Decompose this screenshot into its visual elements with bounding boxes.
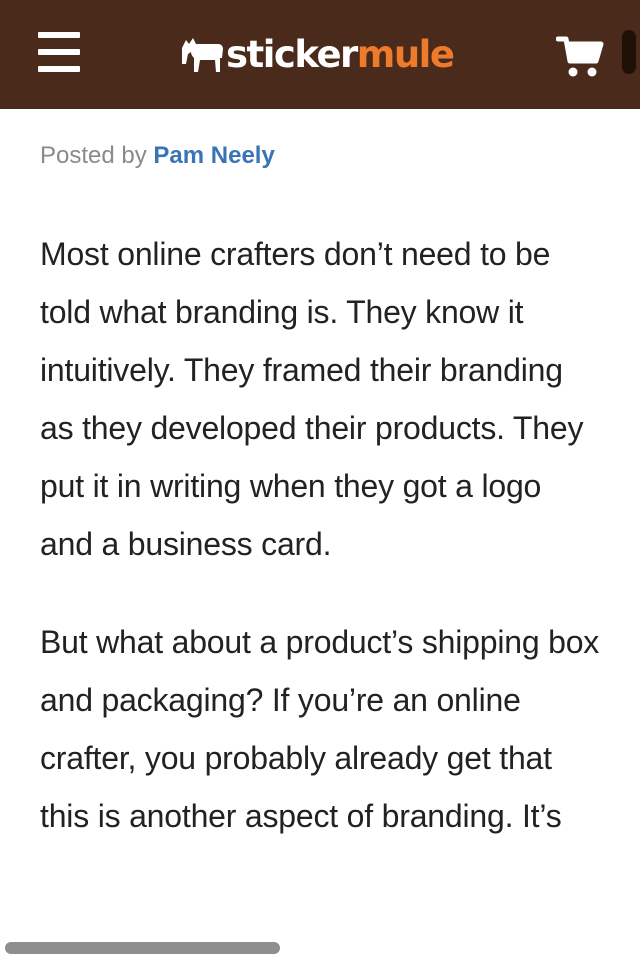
logo-text-mule: mule xyxy=(356,32,455,76)
stickermule-logo[interactable]: sticker mule xyxy=(180,30,455,78)
mule-icon xyxy=(182,38,223,72)
byline-prefix: Posted by xyxy=(40,142,147,169)
top-navigation-bar: sticker mule xyxy=(0,0,640,109)
byline: Posted by Pam Neely xyxy=(40,139,600,173)
article-paragraph: But what about a product’s shipping box … xyxy=(40,624,600,834)
article-paragraph: Most online crafters don’t need to be to… xyxy=(40,236,584,562)
article-body: Posted by Pam Neely Most online crafters… xyxy=(40,110,600,845)
logo-text-sticker: sticker xyxy=(226,32,358,76)
scroll-indicator xyxy=(622,30,636,74)
shopping-cart-icon[interactable] xyxy=(555,35,604,79)
cart-glyph xyxy=(555,36,604,77)
horizontal-scrollbar[interactable] xyxy=(5,942,280,954)
author-link[interactable]: Pam Neely xyxy=(153,142,274,169)
hamburger-menu-icon[interactable] xyxy=(38,32,80,72)
